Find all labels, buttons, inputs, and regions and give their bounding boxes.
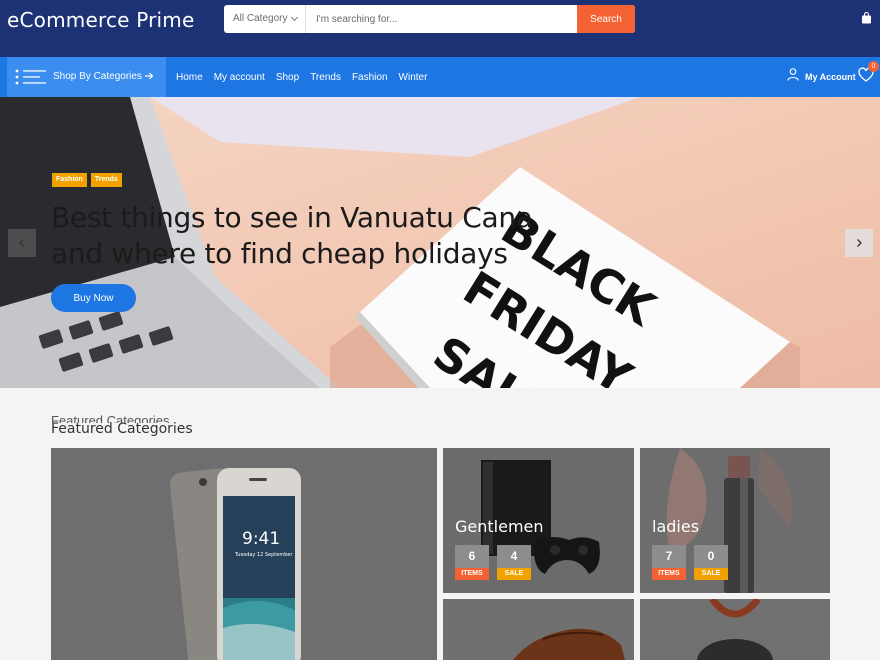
hero-title: Best things to see in Vanuatu Cana and w… (51, 201, 533, 270)
sale-count-stat: 4 SALE (497, 545, 531, 580)
tag-trends[interactable]: Trends (90, 173, 122, 187)
speaker-image (640, 599, 830, 660)
chevron-down-icon (290, 13, 299, 22)
sale-count: 0 (694, 545, 728, 568)
nav-link-trends[interactable]: Trends (310, 72, 341, 83)
category-tile-speakers[interactable] (640, 599, 830, 660)
hero-tags: Fashion Trends (52, 173, 122, 187)
search-category-label: All Category (233, 13, 288, 24)
phone-image: 9:41 Tuesday 12 September (51, 448, 437, 660)
shop-by-categories-button[interactable]: Shop By Categories (7, 57, 166, 97)
items-count-stat: 6 ITEMS (455, 545, 489, 580)
user-icon (787, 68, 799, 81)
slider-next-button[interactable] (845, 229, 873, 257)
shop-by-categories-label: Shop By Categories (53, 71, 142, 82)
items-count-stat: 7 ITEMS (652, 545, 686, 580)
category-tile-ladies[interactable]: ladies 7 ITEMS 0 SALE (640, 448, 830, 593)
nav-link-home[interactable]: Home (176, 72, 203, 83)
search-input[interactable] (307, 5, 577, 33)
buy-now-button[interactable]: Buy Now (51, 284, 136, 312)
nav-links: Home My account Shop Trends Fashion Wint… (176, 57, 427, 97)
wishlist-count-badge: 0 (868, 61, 879, 72)
category-tile-gentlemen[interactable]: Gentlemen 6 ITEMS 4 SALE (443, 448, 634, 593)
sale-label: SALE (497, 568, 531, 580)
sale-count: 4 (497, 545, 531, 568)
my-account-label: My Account (805, 72, 856, 82)
shoe-image (443, 599, 634, 660)
hero-slider: BLACK FRIDAY SALE Fashion Trends Best th… (0, 97, 880, 388)
search-bar: All Category Search (224, 5, 635, 33)
chevron-right-icon (857, 239, 862, 247)
sale-count-stat: 0 SALE (694, 545, 728, 580)
category-tile-phones[interactable]: 9:41 Tuesday 12 September (51, 448, 437, 660)
phone-date: Tuesday 12 September (234, 552, 293, 558)
tile-stats-ladies: 7 ITEMS 0 SALE (652, 545, 728, 580)
nav-link-shop[interactable]: Shop (276, 72, 299, 83)
main-navbar: Shop By Categories Home My account Shop … (0, 57, 880, 97)
phone-time: 9:41 (242, 529, 280, 549)
tile-stats-gentlemen: 6 ITEMS 4 SALE (455, 545, 531, 580)
top-header: eCommerce Prime All Category Search (0, 0, 880, 57)
tile-name-ladies: ladies (652, 517, 700, 536)
category-tile-shoes[interactable] (443, 599, 634, 660)
items-count: 7 (652, 545, 686, 568)
search-category-select[interactable]: All Category (224, 5, 306, 33)
sale-label: SALE (694, 568, 728, 580)
search-button[interactable]: Search (577, 5, 635, 33)
items-label: ITEMS (455, 568, 489, 580)
tile-name-gentlemen: Gentlemen (455, 517, 544, 536)
nav-link-fashion[interactable]: Fashion (352, 72, 388, 83)
menu-icon (15, 69, 46, 85)
tag-fashion[interactable]: Fashion (52, 173, 87, 187)
featured-categories-heading: Featured Categories (51, 421, 193, 437)
items-count: 6 (455, 545, 489, 568)
items-label: ITEMS (652, 568, 686, 580)
shopping-bag-icon[interactable] (861, 12, 872, 24)
site-logo[interactable]: eCommerce Prime (7, 8, 195, 32)
nav-link-my-account[interactable]: My account (214, 72, 265, 83)
arrow-right-icon (145, 72, 154, 80)
slider-prev-button[interactable] (8, 229, 36, 257)
chevron-left-icon (19, 239, 24, 247)
nav-link-winter[interactable]: Winter (399, 72, 428, 83)
